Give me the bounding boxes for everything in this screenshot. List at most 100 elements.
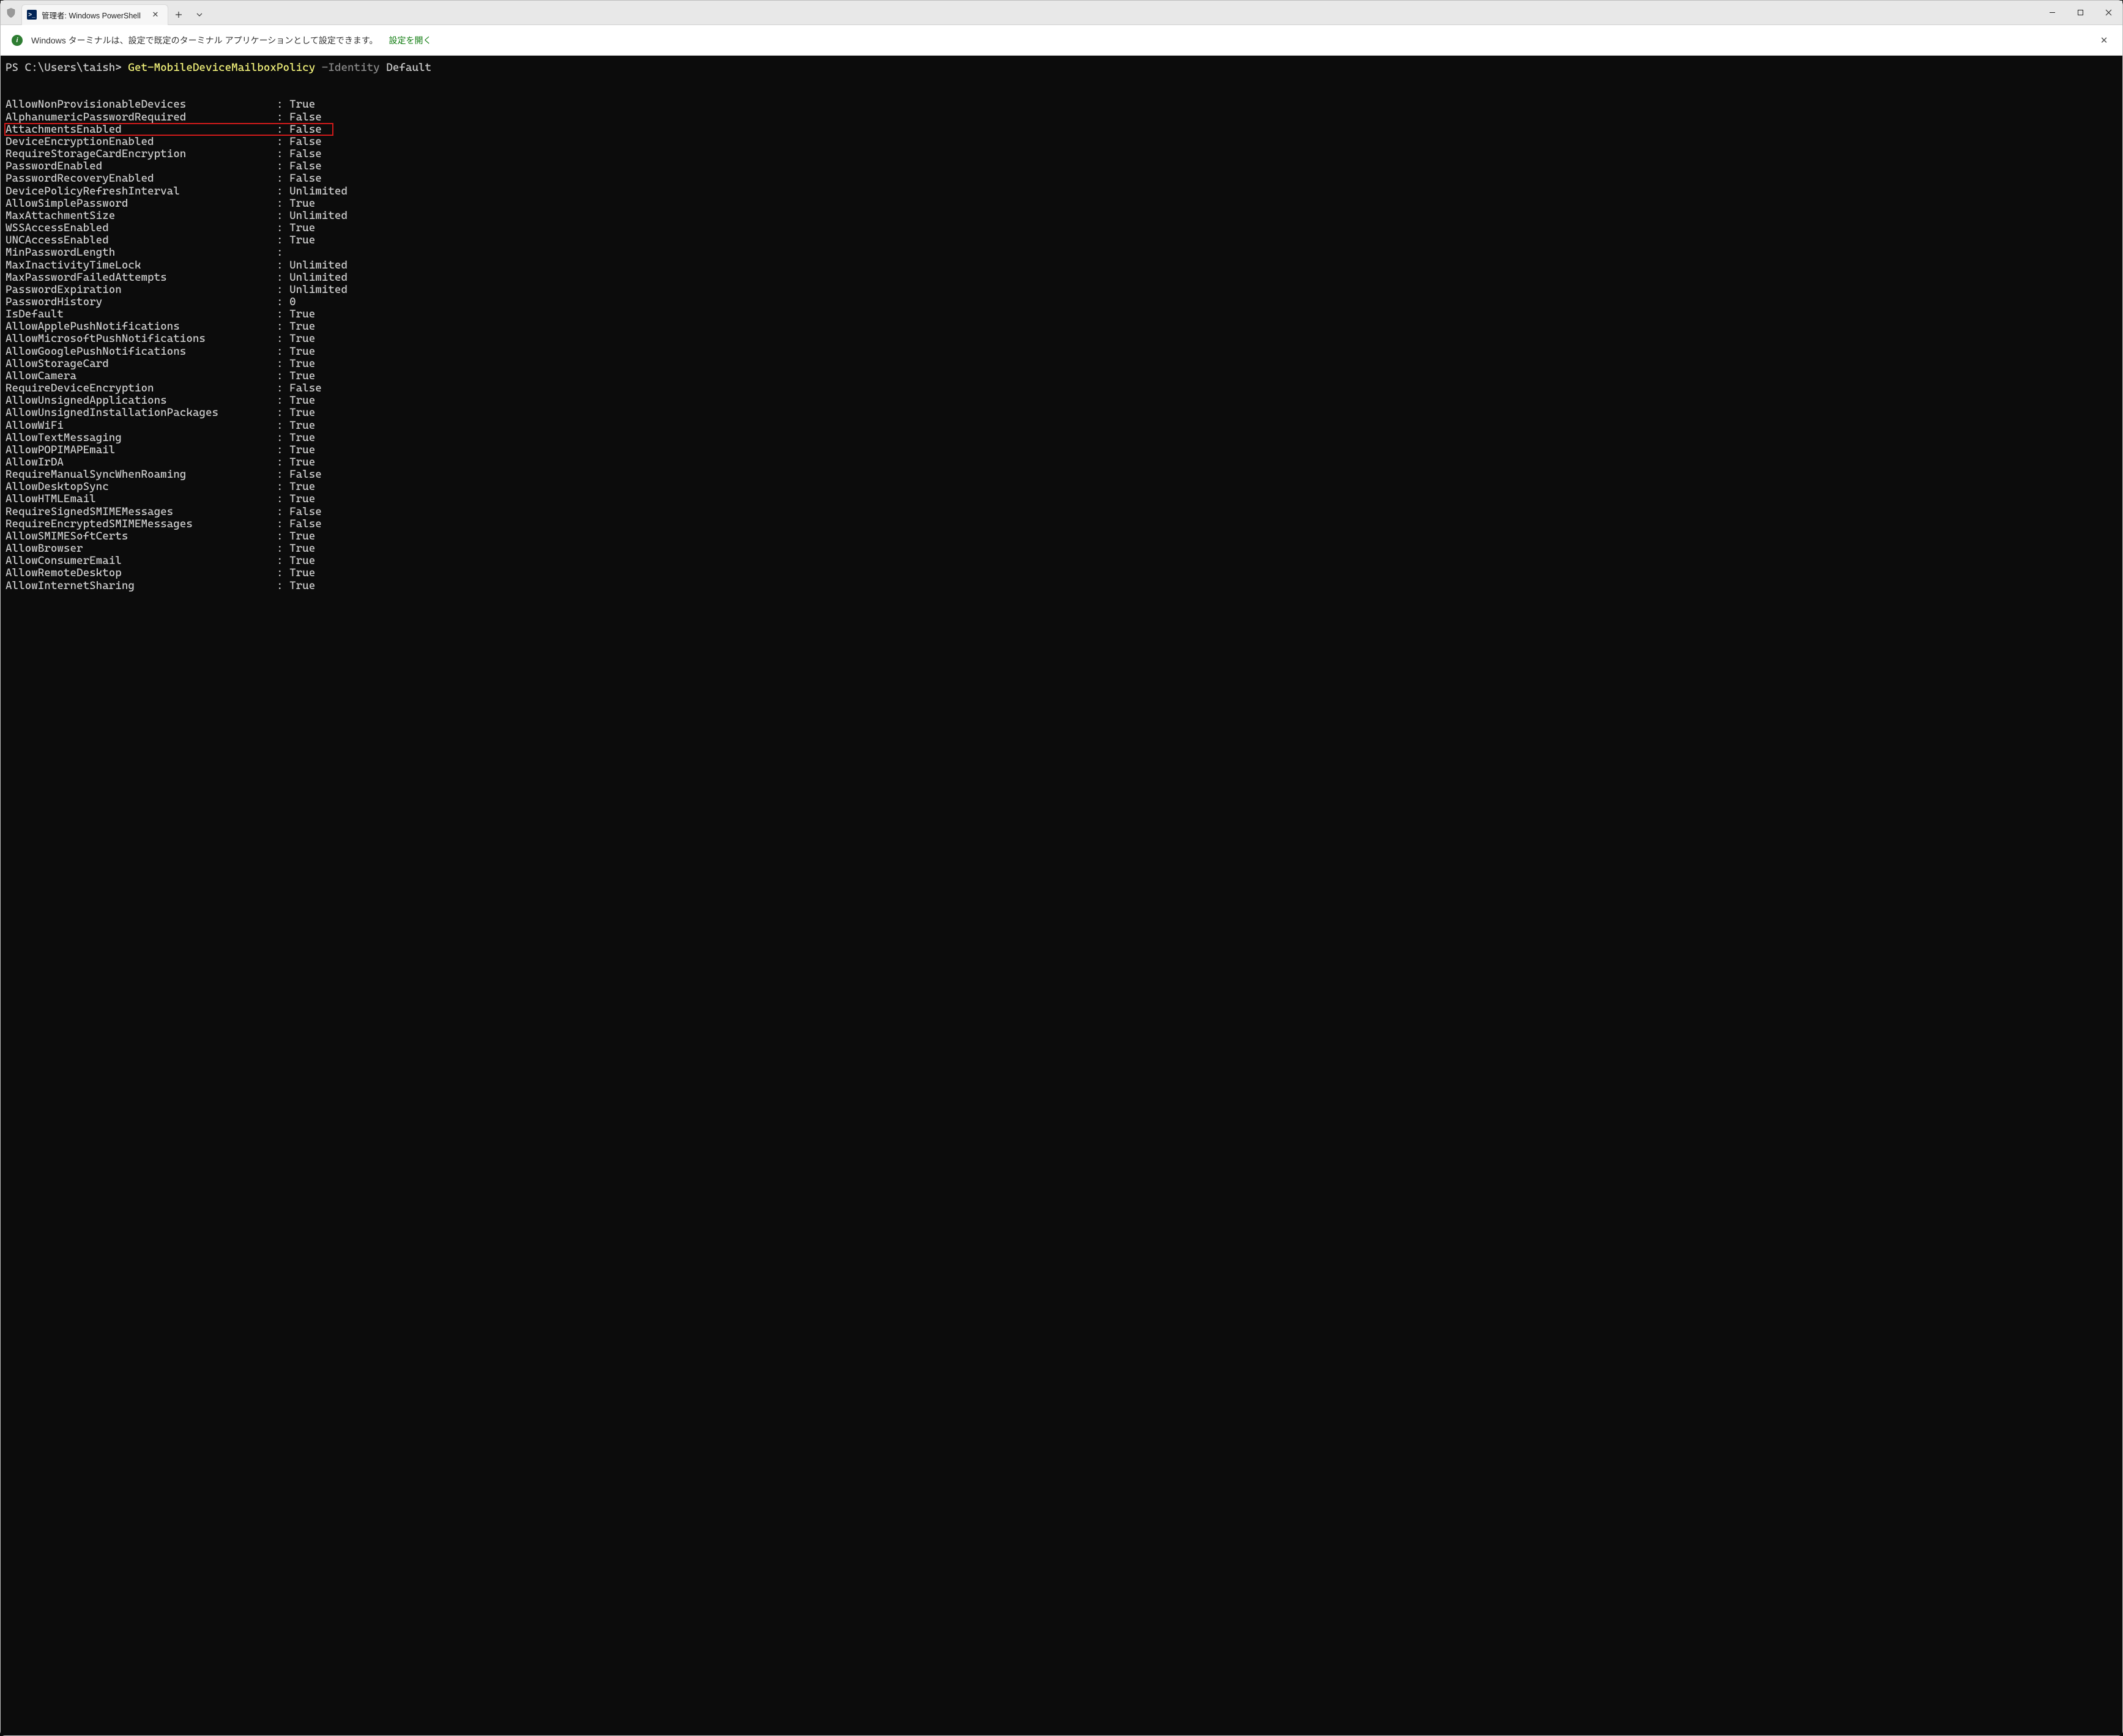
- policy-row: AllowBrowser: True: [6, 543, 2117, 555]
- policy-key: RequireManualSyncWhenRoaming: [6, 469, 277, 481]
- policy-key: DevicePolicyRefreshInterval: [6, 185, 277, 198]
- policy-value: False: [289, 469, 322, 481]
- policy-value: True: [289, 530, 315, 543]
- policy-key: PasswordRecoveryEnabled: [6, 172, 277, 185]
- policy-separator: :: [277, 308, 289, 321]
- policy-separator: :: [277, 444, 289, 456]
- policy-key: PasswordHistory: [6, 296, 277, 308]
- policy-separator: :: [277, 247, 289, 259]
- policy-key: MaxAttachmentSize: [6, 210, 277, 222]
- titlebar: >_ 管理者: Windows PowerShell ✕: [1, 1, 2122, 25]
- policy-key: AllowRemoteDesktop: [6, 567, 277, 579]
- policy-separator: :: [277, 506, 289, 518]
- tab-dropdown-button[interactable]: [189, 4, 210, 25]
- policy-row: AllowMicrosoftPushNotifications: True: [6, 333, 2117, 345]
- policy-separator: :: [277, 136, 289, 148]
- policy-separator: :: [277, 407, 289, 419]
- policy-key: WSSAccessEnabled: [6, 222, 277, 234]
- policy-row: PasswordHistory: 0: [6, 296, 2117, 308]
- policy-separator: :: [277, 370, 289, 382]
- policy-row: AllowHTMLEmail: True: [6, 493, 2117, 505]
- policy-row: RequireEncryptedSMIMEMessages: False: [6, 518, 2117, 530]
- uac-shield-icon: [1, 7, 21, 18]
- policy-row: DevicePolicyRefreshInterval: Unlimited: [6, 185, 2117, 198]
- policy-row: AllowRemoteDesktop: True: [6, 567, 2117, 579]
- policy-key: RequireDeviceEncryption: [6, 382, 277, 395]
- policy-value: Unlimited: [289, 272, 348, 284]
- policy-value: Unlimited: [289, 259, 348, 272]
- policy-row: AttachmentsEnabled: False: [6, 124, 2117, 136]
- policy-key: AllowDesktopSync: [6, 481, 277, 493]
- policy-value: True: [289, 456, 315, 469]
- terminal-output[interactable]: PS C:\Users\taish> Get-MobileDeviceMailb…: [1, 56, 2122, 1735]
- policy-row: WSSAccessEnabled: True: [6, 222, 2117, 234]
- policy-value: True: [289, 222, 315, 234]
- policy-value: False: [289, 160, 322, 172]
- new-tab-button[interactable]: [168, 4, 189, 25]
- powershell-icon: >_: [27, 10, 37, 20]
- policy-row: RequireManualSyncWhenRoaming: False: [6, 469, 2117, 481]
- minimize-button[interactable]: [2038, 1, 2066, 24]
- policy-separator: :: [277, 481, 289, 493]
- policy-row: RequireDeviceEncryption: False: [6, 382, 2117, 395]
- close-window-button[interactable]: [2094, 1, 2122, 24]
- policy-row: AllowInternetSharing: True: [6, 580, 2117, 592]
- close-icon[interactable]: ✕: [149, 9, 162, 21]
- maximize-button[interactable]: [2066, 1, 2094, 24]
- prompt-parameter: -Identity: [315, 61, 379, 74]
- policy-row: MinPasswordLength:: [6, 247, 2117, 259]
- infobar-link[interactable]: 設定を開く: [389, 34, 431, 46]
- policy-key: AllowSMIMESoftCerts: [6, 530, 277, 543]
- policy-value: True: [289, 333, 315, 345]
- policy-separator: :: [277, 222, 289, 234]
- policy-separator: :: [277, 555, 289, 567]
- policy-key: AttachmentsEnabled: [6, 124, 277, 136]
- policy-value: True: [289, 234, 315, 247]
- policy-key: RequireStorageCardEncryption: [6, 148, 277, 160]
- policy-row: AllowTextMessaging: True: [6, 432, 2117, 444]
- policy-row: MaxInactivityTimeLock: Unlimited: [6, 259, 2117, 272]
- policy-row: PasswordEnabled: False: [6, 160, 2117, 172]
- policy-separator: :: [277, 580, 289, 592]
- policy-separator: :: [277, 358, 289, 370]
- policy-separator: :: [277, 111, 289, 124]
- policy-key: AllowUnsignedApplications: [6, 395, 277, 407]
- policy-row: AlphanumericPasswordRequired: False: [6, 111, 2117, 124]
- policy-row: RequireSignedSMIMEMessages: False: [6, 506, 2117, 518]
- policy-value: False: [289, 111, 322, 124]
- policy-key: AllowSimplePassword: [6, 198, 277, 210]
- policy-key: RequireSignedSMIMEMessages: [6, 506, 277, 518]
- policy-row: AllowUnsignedApplications: True: [6, 395, 2117, 407]
- policy-separator: :: [277, 432, 289, 444]
- policy-value: True: [289, 543, 315, 555]
- titlebar-left: >_ 管理者: Windows PowerShell ✕: [1, 1, 2038, 24]
- policy-row: AllowSimplePassword: True: [6, 198, 2117, 210]
- tab-powershell[interactable]: >_ 管理者: Windows PowerShell ✕: [21, 4, 168, 25]
- policy-row: AllowApplePushNotifications: True: [6, 321, 2117, 333]
- prompt-cmdlet: Get-MobileDeviceMailboxPolicy: [128, 61, 315, 74]
- policy-separator: :: [277, 518, 289, 530]
- policy-key: MaxPasswordFailedAttempts: [6, 272, 277, 284]
- policy-key: PasswordEnabled: [6, 160, 277, 172]
- policy-value: True: [289, 493, 315, 505]
- policy-separator: :: [277, 296, 289, 308]
- policy-row: IsDefault: True: [6, 308, 2117, 321]
- policy-separator: :: [277, 148, 289, 160]
- policy-value: True: [289, 370, 315, 382]
- policy-value: False: [289, 518, 322, 530]
- policy-separator: :: [277, 284, 289, 296]
- policy-key: IsDefault: [6, 308, 277, 321]
- policy-key: AllowGooglePushNotifications: [6, 346, 277, 358]
- prompt-argument: Default: [380, 61, 431, 74]
- policy-value: True: [289, 555, 315, 567]
- policy-value: False: [289, 124, 322, 136]
- policy-row: AllowSMIMESoftCerts: True: [6, 530, 2117, 543]
- policy-value: True: [289, 321, 315, 333]
- policy-value: False: [289, 506, 322, 518]
- policy-row: MaxPasswordFailedAttempts: Unlimited: [6, 272, 2117, 284]
- policy-separator: :: [277, 172, 289, 185]
- policy-row: AllowPOPIMAPEmail: True: [6, 444, 2117, 456]
- infobar-close-button[interactable]: ✕: [2097, 33, 2111, 48]
- policy-separator: :: [277, 346, 289, 358]
- policy-value: True: [289, 346, 315, 358]
